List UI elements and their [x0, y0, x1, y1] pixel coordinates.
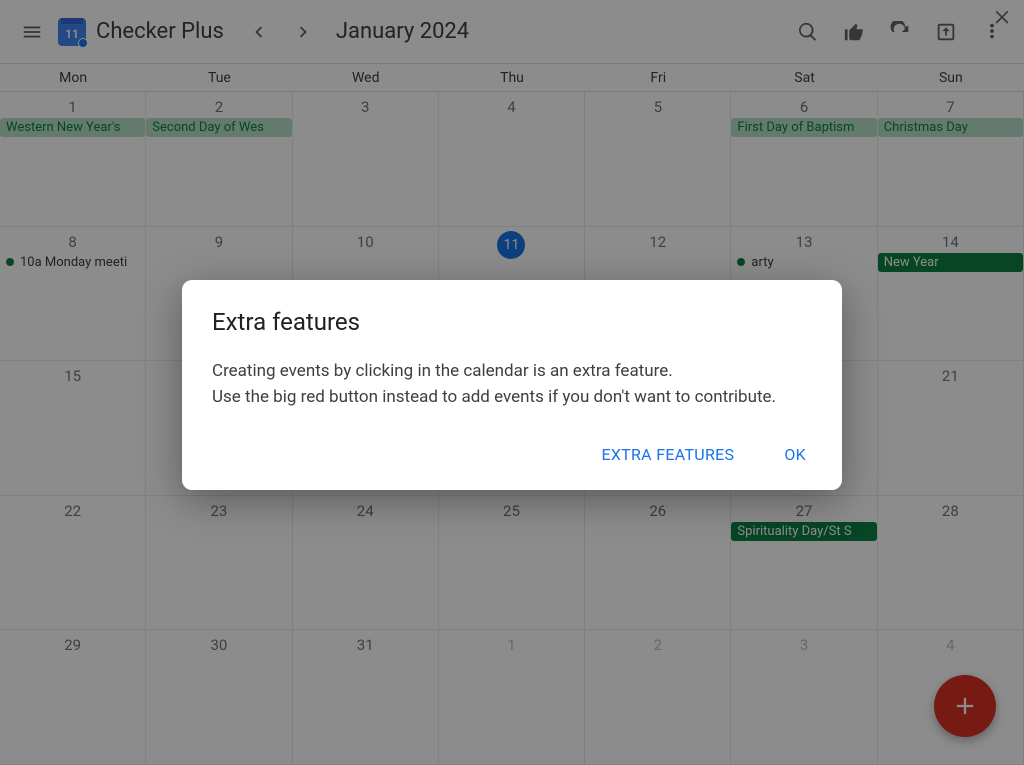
dialog-actions: EXTRA FEATURES OK: [212, 437, 812, 472]
dialog-title: Extra features: [212, 308, 812, 336]
dialog-line-1: Creating events by clicking in the calen…: [212, 358, 812, 384]
dialog-line-2: Use the big red button instead to add ev…: [212, 384, 812, 410]
ok-button[interactable]: OK: [778, 437, 812, 472]
app-root: 11 Checker Plus January 2024 MonTueWedTh…: [0, 0, 1024, 765]
dialog-body: Creating events by clicking in the calen…: [212, 358, 812, 411]
extra-features-dialog: Extra features Creating events by clicki…: [182, 280, 842, 490]
extra-features-button[interactable]: EXTRA FEATURES: [595, 437, 740, 472]
